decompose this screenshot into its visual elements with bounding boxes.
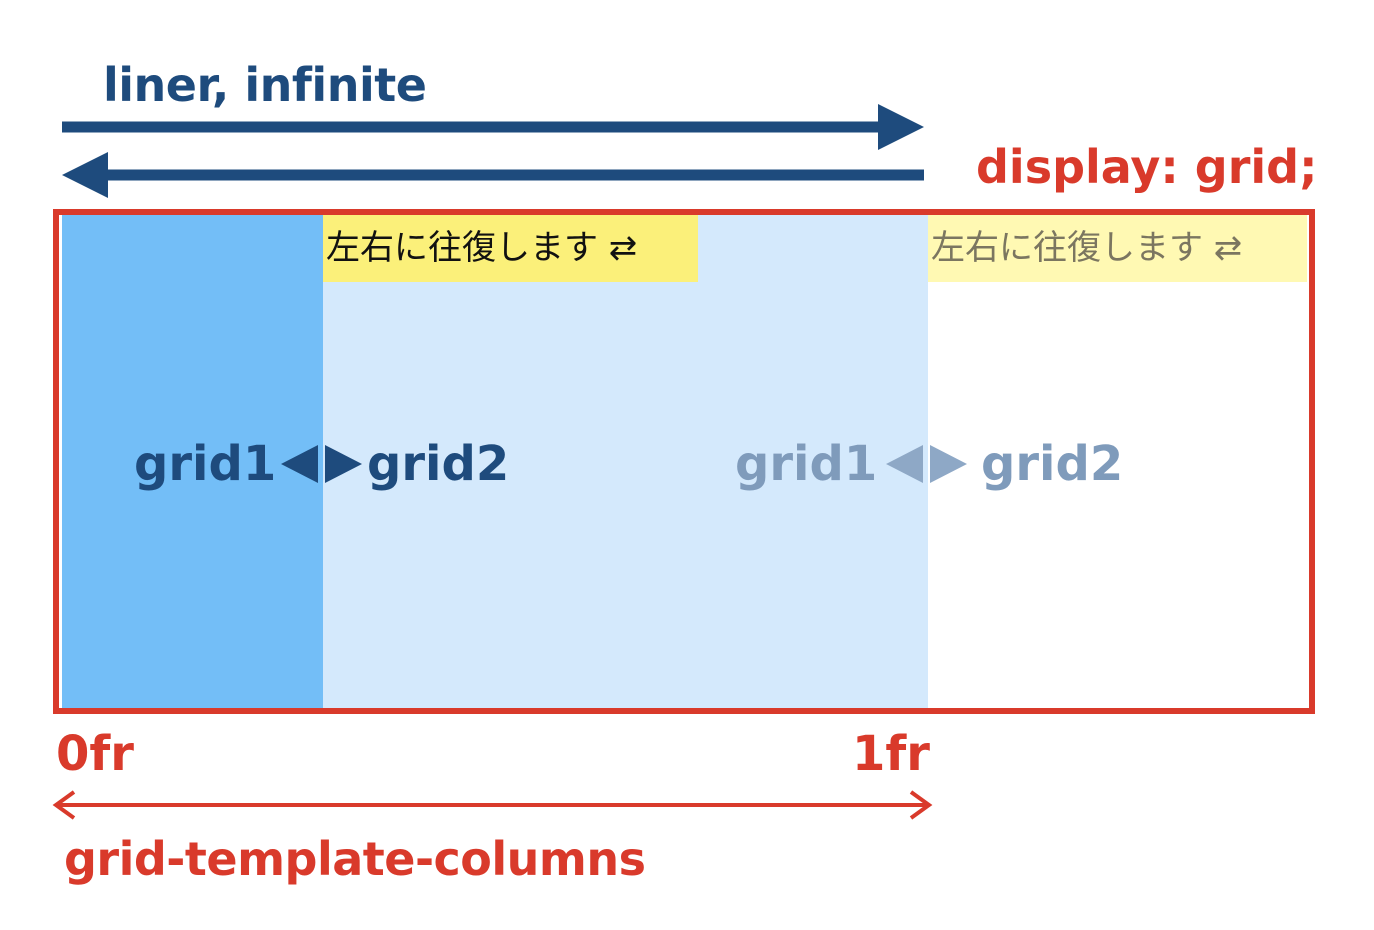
grid1-label: grid1 bbox=[134, 436, 277, 492]
axis-end-label: 1fr bbox=[852, 726, 930, 782]
grid2-label: grid2 bbox=[367, 436, 510, 492]
grid1-ghost-label: grid1 bbox=[735, 436, 878, 492]
resize-handle-icon bbox=[281, 445, 362, 483]
axis-start-label: 0fr bbox=[56, 726, 134, 782]
grid2-ghost-label: grid2 bbox=[981, 436, 1124, 492]
resize-handle-ghost-icon bbox=[886, 445, 967, 483]
double-arrow-icon bbox=[52, 790, 933, 820]
property-label: grid-template-columns bbox=[64, 832, 646, 886]
